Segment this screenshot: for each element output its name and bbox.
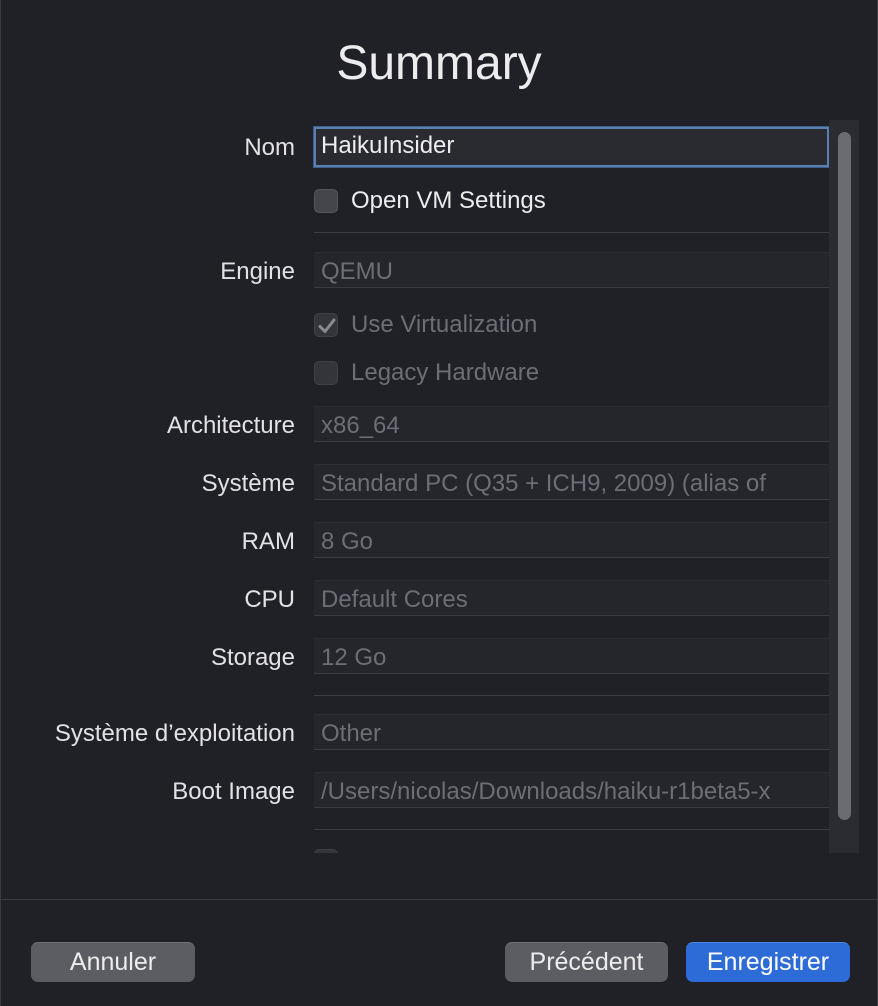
os-row: Système d’exploitation Other — [1, 714, 829, 752]
engine-field: QEMU — [314, 252, 829, 288]
storage-label: Storage — [210, 644, 295, 671]
summary-dialog: Summary Nom HaikuInsider Open VM Setting… — [0, 0, 878, 1006]
boot-image-label: Boot Image — [172, 778, 295, 805]
system-row: Système Standard PC (Q35 + ICH9, 2009) (… — [1, 464, 829, 502]
legacy-hardware-checkbox — [314, 361, 338, 385]
architecture-field: x86_64 — [314, 406, 829, 442]
ram-label: RAM — [241, 528, 295, 555]
name-label: Nom — [244, 134, 295, 161]
open-vm-settings-label: Open VM Settings — [351, 187, 546, 214]
architecture-label: Architecture — [166, 412, 295, 439]
system-field: Standard PC (Q35 + ICH9, 2009) (alias of — [314, 464, 829, 500]
legacy-hardware-label: Legacy Hardware — [351, 359, 540, 386]
storage-field: 12 Go — [314, 638, 829, 674]
cpu-field: Default Cores — [314, 580, 829, 616]
system-label: Système — [201, 470, 295, 497]
section-divider — [314, 829, 829, 830]
section-divider — [314, 695, 829, 696]
architecture-row: Architecture x86_64 — [1, 406, 829, 444]
engine-label: Engine — [220, 258, 295, 285]
cancel-button[interactable]: Annuler — [31, 942, 195, 982]
open-vm-settings-checkbox[interactable] — [314, 189, 338, 213]
partial-checkbox — [314, 849, 338, 853]
use-virtualization-checkbox — [314, 313, 338, 337]
save-button[interactable]: Enregistrer — [686, 942, 850, 982]
dialog-title: Summary — [336, 37, 542, 90]
scrollbar[interactable] — [829, 120, 859, 853]
ram-field: 8 Go — [314, 522, 829, 558]
scrollbar-thumb[interactable] — [838, 132, 851, 820]
summary-form[interactable]: Nom HaikuInsider Open VM Settings Engine… — [1, 120, 859, 853]
storage-row: Storage 12 Go — [1, 638, 829, 676]
os-field: Other — [314, 714, 829, 750]
name-field[interactable]: HaikuInsider — [314, 127, 829, 167]
boot-image-row: Boot Image /Users/nicolas/Downloads/haik… — [1, 772, 829, 810]
checkmark-icon — [318, 318, 336, 333]
name-row: Nom HaikuInsider — [1, 127, 829, 167]
os-label: Système d’exploitation — [54, 720, 295, 747]
use-virtualization-label: Use Virtualization — [351, 311, 538, 338]
cpu-label: CPU — [244, 586, 295, 613]
previous-button[interactable]: Précédent — [505, 942, 668, 982]
section-divider — [314, 232, 829, 233]
boot-image-field: /Users/nicolas/Downloads/haiku-r1beta5-x — [314, 772, 829, 808]
footer-divider — [1, 899, 877, 900]
ram-row: RAM 8 Go — [1, 522, 829, 560]
engine-row: Engine QEMU — [1, 252, 829, 290]
cpu-row: CPU Default Cores — [1, 580, 829, 618]
